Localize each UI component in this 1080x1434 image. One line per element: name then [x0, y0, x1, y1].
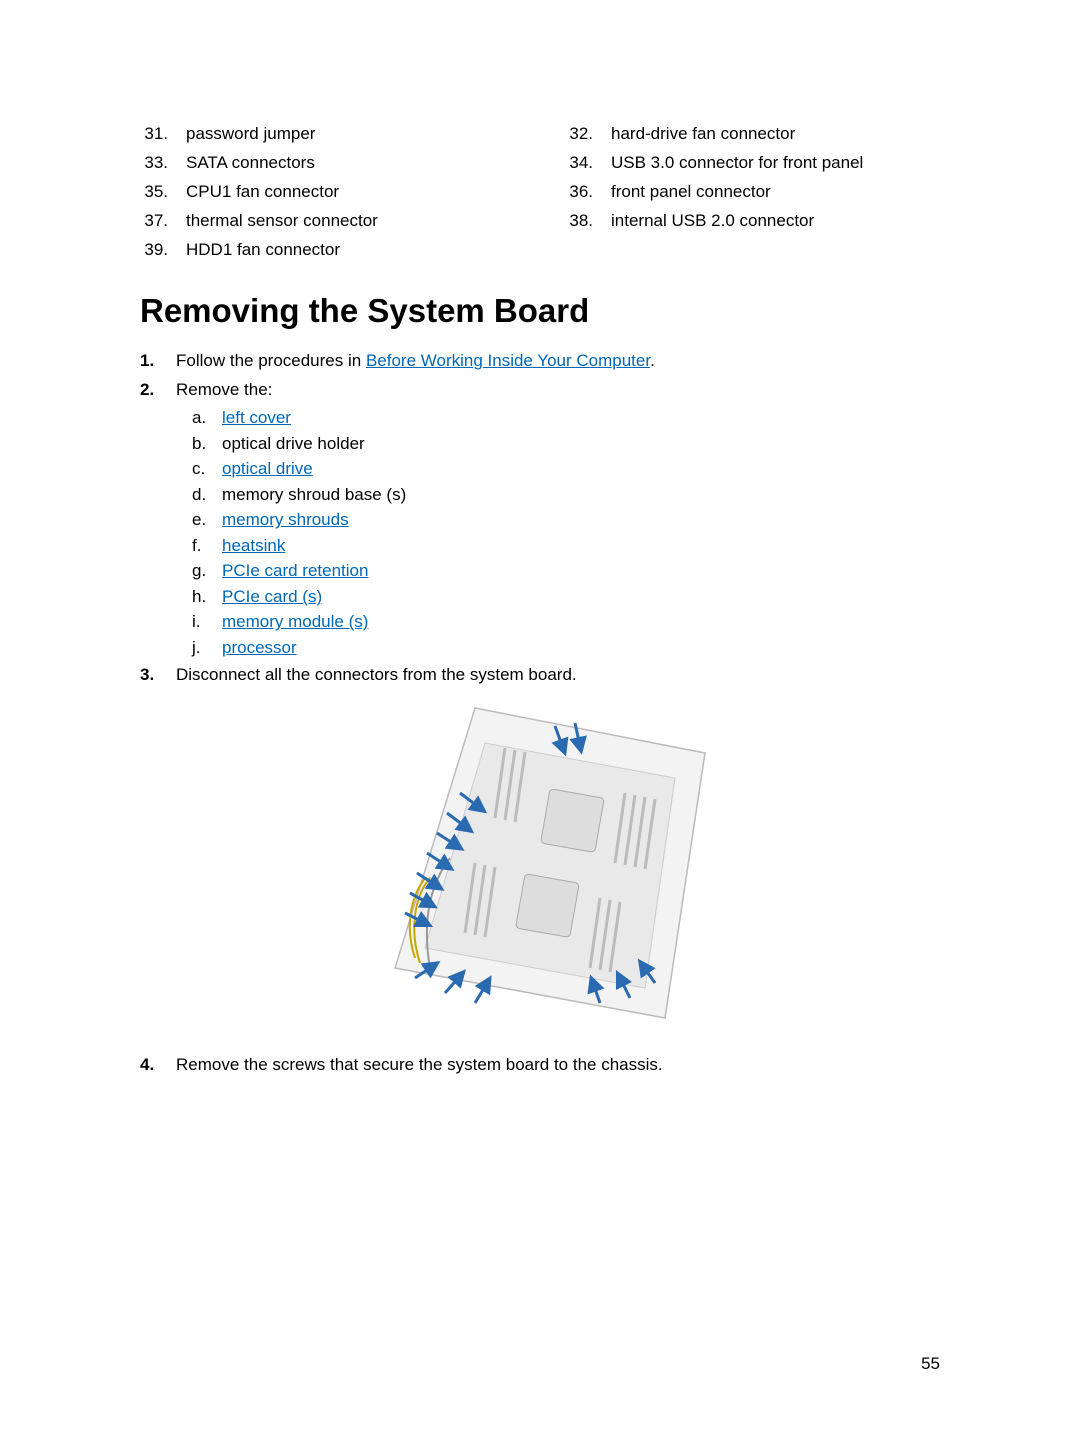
step-2-sublist: a. left cover b. optical drive holder c. op…	[192, 405, 940, 660]
sub-item: g. PCIe card retention	[192, 558, 940, 584]
callout-num: 37.	[140, 207, 168, 236]
callout-num: 32.	[565, 120, 593, 149]
step-number: 2.	[140, 377, 158, 403]
sub-letter: g.	[192, 558, 210, 584]
sub-item: e. memory shrouds	[192, 507, 940, 533]
sub-item: d. memory shroud base (s)	[192, 482, 940, 508]
callout-num: 35.	[140, 178, 168, 207]
step-3: 3. Disconnect all the connectors from th…	[140, 662, 940, 688]
callout-text: hard-drive fan connector	[611, 120, 795, 149]
callout-item: 36. front panel connector	[565, 178, 940, 207]
steps-list: 1. Follow the procedures in Before Worki…	[140, 348, 940, 1078]
callout-text: front panel connector	[611, 178, 771, 207]
step-number: 1.	[140, 348, 158, 374]
sub-letter: f.	[192, 533, 210, 559]
callout-item: 39. HDD1 fan connector	[140, 236, 515, 265]
sub-text: memory shroud base (s)	[222, 482, 406, 508]
sub-item: h. PCIe card (s)	[192, 584, 940, 610]
callout-text: SATA connectors	[186, 149, 315, 178]
step-number: 4.	[140, 1052, 158, 1078]
sub-item: f. heatsink	[192, 533, 940, 559]
system-board-diagram	[355, 698, 725, 1038]
sub-letter: d.	[192, 482, 210, 508]
step-number: 3.	[140, 662, 158, 688]
callout-text: thermal sensor connector	[186, 207, 378, 236]
callout-text: password jumper	[186, 120, 315, 149]
link-pcie-card[interactable]: PCIe card (s)	[222, 584, 322, 610]
step-4: 4. Remove the screws that secure the sys…	[140, 1052, 940, 1078]
callout-num: 36.	[565, 178, 593, 207]
step-1: 1. Follow the procedures in Before Worki…	[140, 348, 940, 374]
callout-item: 34. USB 3.0 connector for front panel	[565, 149, 940, 178]
link-pcie-retention[interactable]: PCIe card retention	[222, 558, 368, 584]
callout-num: 31.	[140, 120, 168, 149]
callout-list: 31. password jumper 32. hard-drive fan con…	[140, 120, 940, 264]
sub-item: j. processor	[192, 635, 940, 661]
sub-letter: c.	[192, 456, 210, 482]
callout-item: 37. thermal sensor connector	[140, 207, 515, 236]
link-optical-drive[interactable]: optical drive	[222, 456, 313, 482]
callout-num: 38.	[565, 207, 593, 236]
step-suffix: .	[650, 351, 655, 370]
sub-letter: h.	[192, 584, 210, 610]
step-text: Remove the:	[176, 377, 272, 403]
step-text: Follow the procedures in Before Working …	[176, 348, 655, 374]
sub-item: i. memory module (s)	[192, 609, 940, 635]
sub-item: b. optical drive holder	[192, 431, 940, 457]
callout-text: CPU1 fan connector	[186, 178, 339, 207]
sub-letter: i.	[192, 609, 210, 635]
callout-num: 39.	[140, 236, 168, 265]
callout-num: 33.	[140, 149, 168, 178]
callout-text: USB 3.0 connector for front panel	[611, 149, 863, 178]
callout-item: 31. password jumper	[140, 120, 515, 149]
sub-letter: b.	[192, 431, 210, 457]
sub-text: optical drive holder	[222, 431, 365, 457]
callout-text: HDD1 fan connector	[186, 236, 340, 265]
callout-item: 32. hard-drive fan connector	[565, 120, 940, 149]
sub-letter: e.	[192, 507, 210, 533]
callout-item: 35. CPU1 fan connector	[140, 178, 515, 207]
callout-item: 33. SATA connectors	[140, 149, 515, 178]
link-processor[interactable]: processor	[222, 635, 297, 661]
link-memory-module[interactable]: memory module (s)	[222, 609, 368, 635]
callout-item: 38. internal USB 2.0 connector	[565, 207, 940, 236]
document-page: 31. password jumper 32. hard-drive fan con…	[0, 0, 1080, 1141]
step-text: Disconnect all the connectors from the s…	[176, 662, 577, 688]
link-heatsink[interactable]: heatsink	[222, 533, 285, 559]
link-left-cover[interactable]: left cover	[222, 405, 291, 431]
sub-letter: a.	[192, 405, 210, 431]
link-memory-shrouds[interactable]: memory shrouds	[222, 507, 349, 533]
sub-letter: j.	[192, 635, 210, 661]
step-2: 2. Remove the:	[140, 377, 940, 403]
sub-item: c. optical drive	[192, 456, 940, 482]
sub-item: a. left cover	[192, 405, 940, 431]
step-text: Remove the screws that secure the system…	[176, 1052, 663, 1078]
step-prefix: Follow the procedures in	[176, 351, 366, 370]
page-number: 55	[921, 1354, 940, 1374]
link-before-working[interactable]: Before Working Inside Your Computer	[366, 351, 650, 370]
section-heading: Removing the System Board	[140, 292, 940, 330]
callout-text: internal USB 2.0 connector	[611, 207, 814, 236]
callout-num: 34.	[565, 149, 593, 178]
